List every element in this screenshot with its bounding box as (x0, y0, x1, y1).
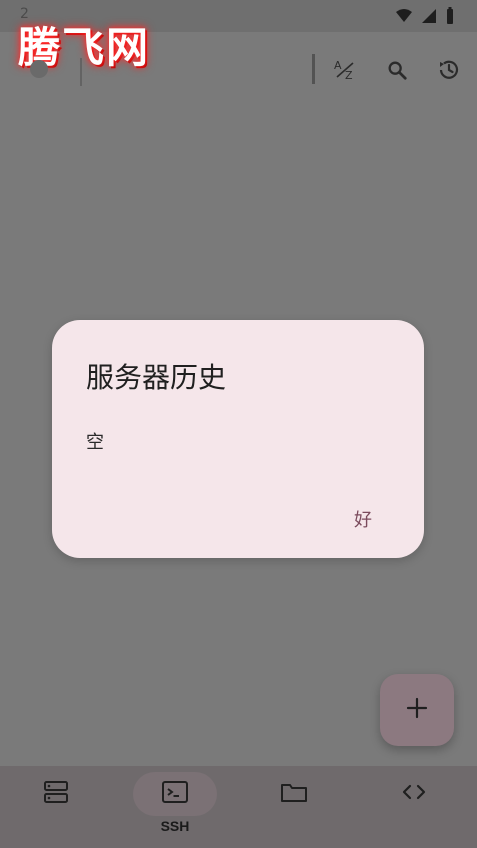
server-status-icon (30, 60, 48, 78)
dialog-title: 服务器历史 (86, 361, 227, 394)
search-icon[interactable] (384, 57, 410, 83)
bottom-navigation: SSH (0, 766, 477, 848)
nav-item-code[interactable] (364, 766, 464, 848)
svg-text:A: A (334, 59, 342, 72)
plus-icon (406, 697, 428, 723)
toolbar-divider (312, 54, 315, 84)
folder-icon (280, 780, 308, 808)
history-icon[interactable] (436, 57, 462, 83)
nav-label-ssh: SSH (160, 818, 190, 834)
top-toolbar: A Z (0, 40, 477, 100)
toolbar-divider-left (80, 58, 82, 86)
nav-pill-servers (14, 772, 98, 816)
signal-icon (421, 8, 437, 24)
ok-button[interactable]: 好 (354, 506, 372, 532)
servers-icon (42, 780, 70, 808)
nav-item-ssh[interactable]: SSH (125, 766, 225, 848)
server-history-dialog: 服务器历史 空 好 (52, 320, 424, 558)
status-icons (395, 7, 455, 25)
nav-item-servers[interactable] (6, 766, 106, 848)
battery-icon (445, 7, 455, 25)
sort-az-icon[interactable]: A Z (332, 57, 358, 83)
nav-pill-code (372, 772, 456, 816)
wifi-icon (395, 9, 413, 23)
code-icon (400, 780, 428, 808)
add-fab-button[interactable] (380, 674, 454, 746)
terminal-icon (161, 780, 189, 808)
svg-text:Z: Z (345, 69, 353, 82)
nav-pill-files (252, 772, 336, 816)
dialog-body: 空 (86, 432, 104, 453)
nav-item-files[interactable] (244, 766, 344, 848)
nav-pill-ssh (133, 772, 217, 816)
